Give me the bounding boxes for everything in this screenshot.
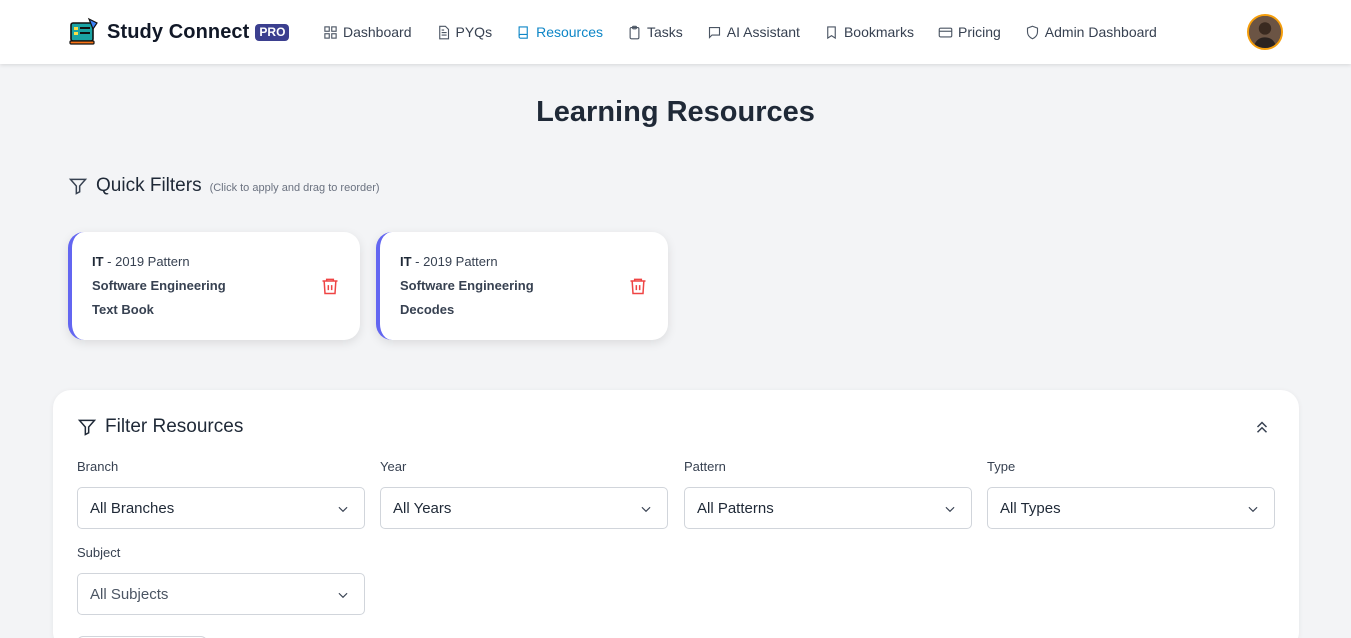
brand-name: Study Connect <box>107 20 250 43</box>
page-title: Learning Resources <box>536 96 815 128</box>
pattern-value: All Patterns <box>697 500 774 517</box>
nav-resources[interactable]: Resources <box>516 21 603 43</box>
branch-select[interactable]: All Branches <box>77 487 365 529</box>
pattern-label: Pattern <box>684 459 726 474</box>
year-value: All Years <box>393 500 452 517</box>
type-filter: Type All Types <box>987 459 1275 529</box>
chevron-down-icon <box>338 506 348 513</box>
filter-resources-panel: Filter Resources Branch All Branches Yea… <box>53 390 1299 638</box>
type-value: All Types <box>1000 500 1061 517</box>
filter-panel-header: Filter Resources <box>77 416 243 438</box>
chevron-down-icon <box>1248 506 1258 513</box>
nav-label: Resources <box>536 24 603 40</box>
user-photo-icon <box>1249 16 1281 48</box>
card-type: Text Book <box>92 302 154 317</box>
subject-select[interactable]: All Subjects <box>77 573 365 615</box>
nav-bookmarks[interactable]: Bookmarks <box>824 21 914 43</box>
chevrons-up-icon <box>1256 421 1268 433</box>
subject-filter: Subject All Subjects <box>77 545 365 615</box>
main-nav: Dashboard PYQs Resources Tasks AI Assist… <box>323 21 1181 43</box>
nav-admin-dashboard[interactable]: Admin Dashboard <box>1025 21 1157 43</box>
nav-tasks[interactable]: Tasks <box>627 21 683 43</box>
year-select[interactable]: All Years <box>380 487 668 529</box>
delete-quick-filter-button[interactable] <box>628 276 648 296</box>
chevron-down-icon <box>945 506 955 513</box>
brand[interactable]: Study Connect PRO <box>69 17 290 47</box>
quick-filters-title: Quick Filters <box>96 175 202 196</box>
trash-icon <box>630 278 646 295</box>
top-navbar: Study Connect PRO Dashboard PYQs Resourc… <box>0 0 1351 64</box>
nav-dashboard[interactable]: Dashboard <box>323 21 412 43</box>
pro-badge: PRO <box>255 23 290 41</box>
bookmark-icon <box>827 25 836 39</box>
card-type: Decodes <box>400 302 455 317</box>
document-icon <box>438 25 449 39</box>
pattern-select[interactable]: All Patterns <box>684 487 972 529</box>
grid-icon <box>324 25 337 39</box>
clipboard-icon <box>629 25 640 39</box>
nav-label: Dashboard <box>343 24 412 40</box>
trash-icon <box>322 278 338 295</box>
nav-label: Pricing <box>957 24 1001 40</box>
delete-quick-filter-button[interactable] <box>320 276 340 296</box>
card-subject: Software Engineering <box>400 278 534 293</box>
filter-icon <box>77 419 97 436</box>
filter-icon <box>68 178 88 195</box>
card-branch-pattern: IT - 2019 Pattern <box>400 254 498 269</box>
card-branch-pattern: IT - 2019 Pattern <box>92 254 190 269</box>
branch-label: Branch <box>77 459 119 474</box>
pattern-filter: Pattern All Patterns <box>684 459 972 529</box>
chat-icon <box>708 26 720 39</box>
subject-label: Subject <box>77 545 121 560</box>
subject-value: All Subjects <box>90 586 169 603</box>
book-icon <box>518 25 528 39</box>
quick-filters-hint: (Click to apply and drag to reorder) <box>209 181 380 194</box>
chevron-down-icon <box>641 506 651 513</box>
nav-label: PYQs <box>455 24 493 40</box>
quick-filter-card[interactable]: IT - 2019 Pattern Software Engineering D… <box>376 232 668 340</box>
credit-card-icon <box>938 27 953 37</box>
study-logo-icon <box>69 17 98 45</box>
nav-pyqs[interactable]: PYQs <box>436 21 493 43</box>
nav-label: Admin Dashboard <box>1044 24 1157 40</box>
year-label: Year <box>380 459 407 474</box>
nav-label: Tasks <box>647 24 683 40</box>
nav-label: Bookmarks <box>843 24 914 40</box>
shield-icon <box>1026 25 1038 39</box>
branch-filter: Branch All Branches <box>77 459 365 529</box>
branch-value: All Branches <box>90 500 175 517</box>
nav-pricing[interactable]: Pricing <box>938 21 1001 43</box>
quick-filter-card[interactable]: IT - 2019 Pattern Software Engineering T… <box>68 232 360 340</box>
nav-label: AI Assistant <box>726 24 800 40</box>
collapse-panel-button[interactable] <box>1253 418 1271 436</box>
card-subject: Software Engineering <box>92 278 226 293</box>
type-label: Type <box>987 459 1016 474</box>
year-filter: Year All Years <box>380 459 668 529</box>
quick-filters-header: Quick Filters (Click to apply and drag t… <box>68 175 380 197</box>
type-select[interactable]: All Types <box>987 487 1275 529</box>
nav-ai-assistant[interactable]: AI Assistant <box>707 21 800 43</box>
chevron-down-icon <box>338 592 348 599</box>
user-avatar[interactable] <box>1247 14 1283 50</box>
filter-panel-title: Filter Resources <box>105 416 244 437</box>
